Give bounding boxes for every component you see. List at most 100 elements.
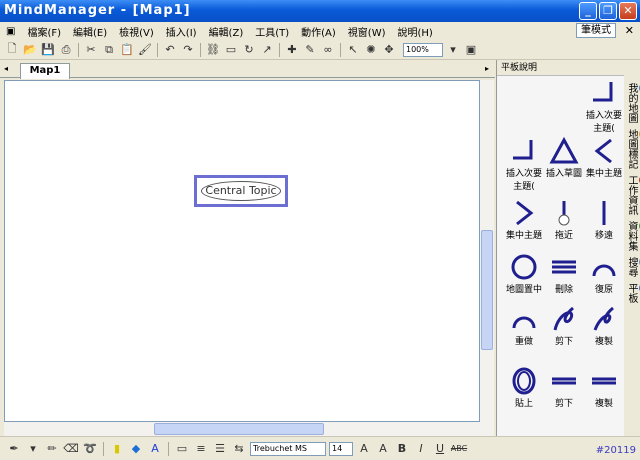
gesture-center-map[interactable]: 地圖置中 xyxy=(504,252,544,295)
menu-help[interactable]: 說明(H) xyxy=(392,24,439,39)
marker-icon[interactable]: ✏ xyxy=(44,441,60,457)
horizontal-scroll-thumb[interactable] xyxy=(154,423,324,435)
eraser-icon[interactable]: ⌫ xyxy=(63,441,79,457)
central-topic[interactable]: Central Topic xyxy=(194,175,288,207)
gesture-paste[interactable]: 貼上 xyxy=(504,366,544,409)
map-canvas[interactable] xyxy=(4,80,480,422)
circle-gesture-icon xyxy=(511,254,537,280)
redo-icon[interactable]: ↷ xyxy=(180,42,196,58)
window-title: MindManager - [Map1] xyxy=(4,3,191,18)
panel-title: 平板說明 xyxy=(497,60,624,76)
gesture-delete[interactable]: 刪除 xyxy=(544,252,584,295)
font-family-select[interactable]: Trebuchet MS xyxy=(250,441,326,456)
tablet-mode-button[interactable]: 筆模式 xyxy=(576,23,616,38)
close-button[interactable]: ✕ xyxy=(619,2,637,20)
undo-icon[interactable]: ↶ xyxy=(162,42,178,58)
gesture-copy-2[interactable]: 複製 xyxy=(584,366,624,409)
relationship-icon[interactable]: ↻ xyxy=(241,42,257,58)
tab-search[interactable]: 搜尋 xyxy=(624,254,640,280)
tab-map1[interactable]: Map1 xyxy=(20,63,70,79)
document-tabs: ◂ Map1 ▸ xyxy=(0,60,495,79)
pen-icon[interactable]: ✒ xyxy=(6,441,22,457)
app-icon[interactable]: ▣ xyxy=(0,26,21,37)
print-icon[interactable]: ⎙ xyxy=(58,42,74,58)
menu-view[interactable]: 檢視(V) xyxy=(113,24,160,39)
line-style-icon[interactable]: ☰ xyxy=(212,441,228,457)
strikethrough-button[interactable]: ABC xyxy=(451,441,467,457)
menu-edit[interactable]: 編輯(E) xyxy=(67,24,113,39)
gesture-redo[interactable]: 重做 xyxy=(504,304,544,347)
tab-library[interactable]: 資料集 xyxy=(624,218,640,254)
lasso-icon[interactable]: ➰ xyxy=(82,441,98,457)
gesture-insert-subtopic-2[interactable]: 插入次要主題( xyxy=(504,136,544,192)
gesture-drag-near[interactable]: 拖近 xyxy=(544,198,584,241)
double-line-gesture-icon xyxy=(592,377,616,385)
format-toolbar: ✒ ▾ ✏ ⌫ ➰ ▮ ◆ A ▭ ≡ ☰ ⇆ Trebuchet MS 14 … xyxy=(0,436,640,460)
paste-icon[interactable]: 📋 xyxy=(119,42,135,58)
greater-than-gesture-icon xyxy=(516,200,534,226)
tab-scroll-left-icon[interactable]: ◂ xyxy=(4,64,8,73)
hyperlink-icon[interactable]: ∞ xyxy=(320,42,336,58)
shape-icon[interactable]: ▭ xyxy=(174,441,190,457)
gesture-insert-subtopic-1[interactable]: 插入次要主題( xyxy=(584,78,624,134)
balance-icon[interactable]: ✺ xyxy=(363,42,379,58)
horizontal-scrollbar[interactable] xyxy=(4,422,494,436)
zoom-dropdown-icon[interactable]: ▾ xyxy=(445,42,461,58)
new-icon[interactable]: 🗋 xyxy=(4,42,20,58)
fill-color-icon[interactable]: ◆ xyxy=(128,441,144,457)
grow-font-icon[interactable]: A xyxy=(356,441,372,457)
shrink-font-icon[interactable]: A xyxy=(375,441,391,457)
tab-scroll-right-icon[interactable]: ▸ xyxy=(485,64,489,73)
vertical-scrollbar[interactable] xyxy=(480,80,494,422)
gesture-move-far[interactable]: 移遠 xyxy=(584,198,624,241)
font-size-select[interactable]: 14 xyxy=(329,441,353,456)
notes-icon[interactable]: ✎ xyxy=(302,42,318,58)
insert-topic-icon[interactable]: ✚ xyxy=(284,42,300,58)
format-painter-icon[interactable]: 🖌 xyxy=(137,42,153,58)
gesture-focus-topic-1[interactable]: 集中主題 xyxy=(584,136,624,179)
callout-icon[interactable]: ↗ xyxy=(259,42,275,58)
underline-button[interactable]: U xyxy=(432,441,448,457)
open-icon[interactable]: 📂 xyxy=(22,42,38,58)
boundary-icon[interactable]: ▭ xyxy=(223,42,239,58)
gesture-cut-1[interactable]: 剪下 xyxy=(544,304,584,347)
line-up-gesture-icon xyxy=(602,201,606,225)
copy-icon[interactable]: ⧉ xyxy=(101,42,117,58)
pointer-icon[interactable]: ↖ xyxy=(345,42,361,58)
link-icon[interactable]: ⛓ xyxy=(205,42,221,58)
tab-tablet[interactable]: 平板 xyxy=(624,280,640,306)
menu-bar: ▣ 檔案(F) 編輯(E) 檢視(V) 插入(I) 編輯(Z) 工具(T) 動作… xyxy=(0,22,640,40)
align-icon[interactable]: ⇆ xyxy=(231,441,247,457)
pen-dropdown-icon[interactable]: ▾ xyxy=(25,441,41,457)
line-down-gesture-icon xyxy=(558,201,570,226)
gesture-copy-1[interactable]: 複製 xyxy=(584,304,624,347)
gesture-focus-topic-2[interactable]: 集中主題 xyxy=(504,198,544,241)
vertical-scroll-thumb[interactable] xyxy=(481,230,493,350)
menu-insert[interactable]: 插入(I) xyxy=(160,24,203,39)
gesture-insert-sketch[interactable]: 插入草圖 xyxy=(544,136,584,179)
italic-button[interactable]: I xyxy=(413,441,429,457)
menu-tools[interactable]: 工具(T) xyxy=(249,24,295,39)
bold-button[interactable]: B xyxy=(394,441,410,457)
save-icon[interactable]: 💾 xyxy=(40,42,56,58)
tab-task-info[interactable]: 工作資訊 xyxy=(624,172,640,218)
tab-my-maps[interactable]: 我的地圖 xyxy=(624,80,640,126)
central-topic-label: Central Topic xyxy=(201,181,281,201)
line-weight-icon[interactable]: ≡ xyxy=(193,441,209,457)
gesture-cut-2[interactable]: 剪下 xyxy=(544,366,584,409)
font-color-icon[interactable]: A xyxy=(147,441,163,457)
expand-icon[interactable]: ✥ xyxy=(381,42,397,58)
menu-file[interactable]: 檔案(F) xyxy=(21,24,67,39)
menu-format[interactable]: 編輯(Z) xyxy=(203,24,250,39)
menu-window[interactable]: 視窗(W) xyxy=(342,24,392,39)
fit-map-icon[interactable]: ▣ xyxy=(463,42,479,58)
tab-map-markers[interactable]: 地圖標記 xyxy=(624,126,640,172)
highlighter-icon[interactable]: ▮ xyxy=(109,441,125,457)
zoom-select[interactable]: 100% xyxy=(403,42,443,57)
restore-button[interactable]: ❐ xyxy=(599,2,617,20)
cut-icon[interactable]: ✂ xyxy=(83,42,99,58)
minimize-button[interactable]: _ xyxy=(579,2,597,20)
menu-actions[interactable]: 動作(A) xyxy=(295,24,342,39)
mdi-close-icon[interactable]: ✕ xyxy=(625,24,634,37)
gesture-undo[interactable]: 復原 xyxy=(584,252,624,295)
